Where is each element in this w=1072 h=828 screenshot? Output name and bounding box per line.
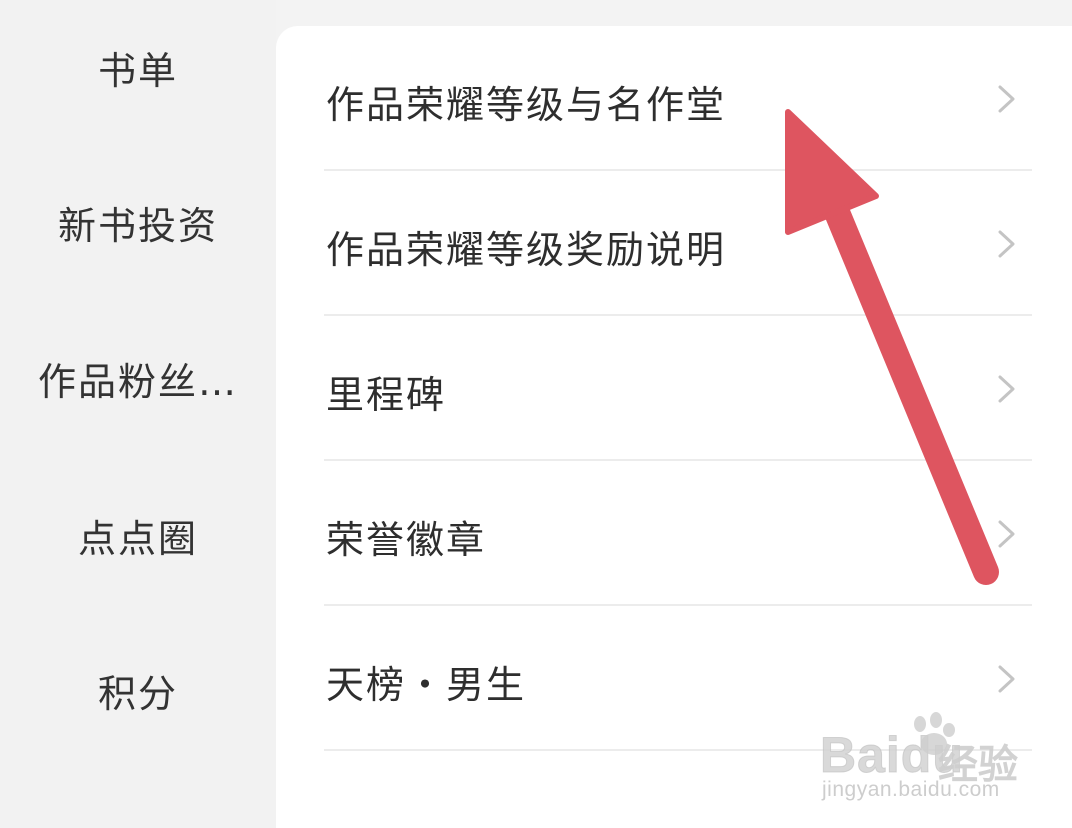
app-screen: 书单 新书投资 作品粉丝… 点点圈 积分 作品荣耀等级与名作堂 作品荣耀等级奖励…	[0, 0, 1072, 828]
list-item-label: 里程碑	[326, 373, 447, 417]
chevron-right-icon	[998, 375, 1015, 403]
sidebar-item-work-fans[interactable]: 作品粉丝…	[0, 343, 276, 413]
content-panel: 作品荣耀等级与名作堂 作品荣耀等级奖励说明 里程碑 荣誉徽章 天榜・男生	[276, 26, 1072, 828]
sidebar-item-label: 作品粉丝…	[37, 359, 238, 404]
sidebar-item-label: 新书投资	[57, 203, 218, 248]
chevron-right-icon	[998, 85, 1015, 113]
sidebar-item-diandian-circle[interactable]: 点点圈	[0, 500, 276, 570]
baidu-watermark: Baidu 经验 jingyan.baidu.com	[820, 712, 1020, 812]
chevron-right-icon	[998, 665, 1015, 693]
list-item-honor-level-hall[interactable]: 作品荣耀等级与名作堂	[324, 26, 1032, 171]
sidebar-item-points[interactable]: 积分	[0, 655, 276, 725]
sidebar-item-new-book-invest[interactable]: 新书投资	[0, 187, 276, 257]
list-item-honor-badge[interactable]: 荣誉徽章	[324, 461, 1032, 606]
sidebar-item-booklist[interactable]: 书单	[0, 32, 276, 102]
chevron-right-icon	[998, 230, 1015, 258]
sidebar-item-label: 点点圈	[77, 516, 198, 561]
list-item-label: 作品荣耀等级奖励说明	[326, 228, 727, 272]
list-item-label: 荣誉徽章	[326, 518, 487, 562]
list-item-label: 作品荣耀等级与名作堂	[326, 83, 727, 127]
watermark-url: jingyan.baidu.com	[822, 778, 1000, 801]
list-item-milestone[interactable]: 里程碑	[324, 316, 1032, 461]
list-item-label: 天榜・男生	[326, 663, 527, 707]
sidebar-item-label: 积分	[97, 671, 178, 716]
sidebar-item-label: 书单	[97, 48, 178, 93]
chevron-right-icon	[998, 520, 1015, 548]
list-item-honor-level-reward[interactable]: 作品荣耀等级奖励说明	[324, 171, 1032, 316]
category-sidebar: 书单 新书投资 作品粉丝… 点点圈 积分	[0, 0, 276, 828]
